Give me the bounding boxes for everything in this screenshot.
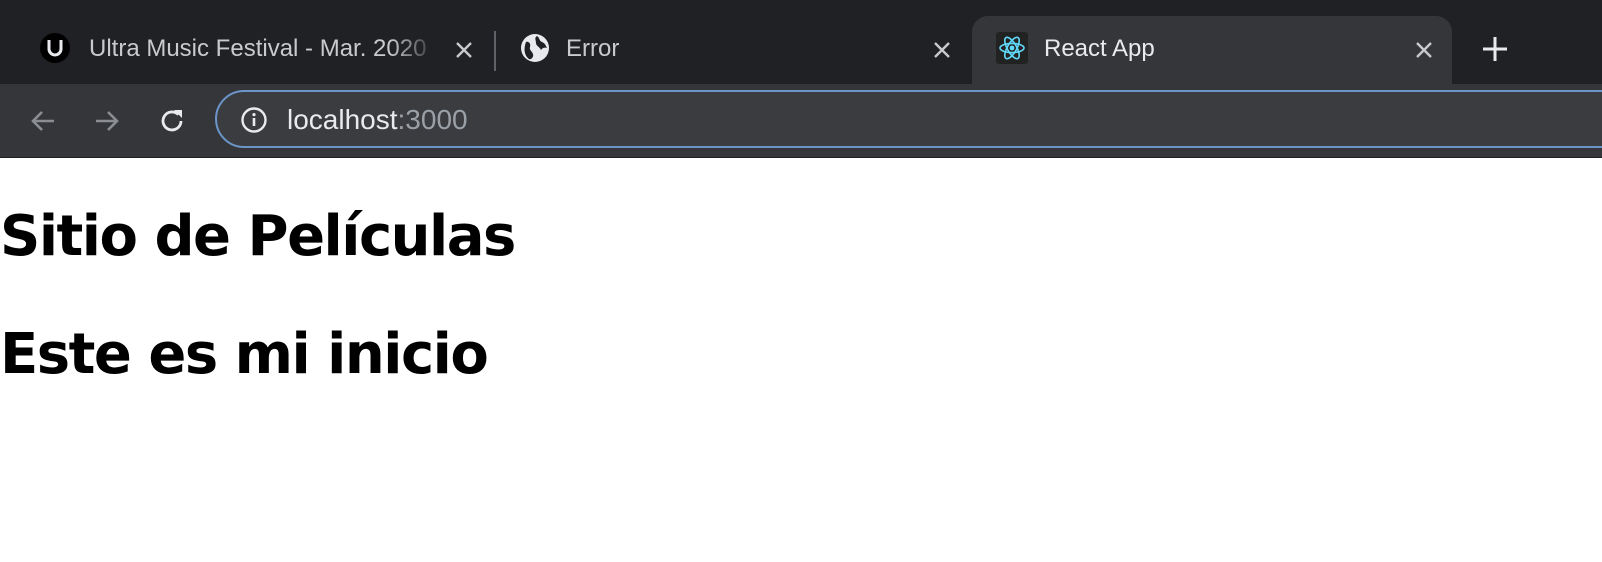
tab-title: Error xyxy=(566,35,620,62)
globe-icon xyxy=(519,32,551,64)
tab-title: React App xyxy=(1044,35,1155,62)
arrow-right-icon xyxy=(96,111,119,131)
browser-toolbar: localhost:3000 xyxy=(0,84,1602,158)
reload-button[interactable] xyxy=(153,102,191,140)
tab-title: Ultra Music Festival - Mar. 2020 xyxy=(89,35,427,62)
close-tab-icon[interactable] xyxy=(450,36,478,64)
info-icon[interactable] xyxy=(239,105,269,135)
url-port: :3000 xyxy=(397,104,468,135)
reload-icon xyxy=(161,110,183,132)
tab-strip: Ultra Music Festival - Mar. 2020 Error R… xyxy=(0,0,1602,84)
ultra-logo-icon xyxy=(39,32,71,64)
react-logo-icon xyxy=(996,32,1028,64)
back-button[interactable] xyxy=(24,102,62,140)
tab-ultra-music-festival[interactable]: Ultra Music Festival - Mar. 2020 xyxy=(0,16,488,84)
page-subtitle: Este es mi inicio xyxy=(0,322,489,387)
close-tab-icon[interactable] xyxy=(928,36,956,64)
url-text[interactable]: localhost:3000 xyxy=(287,104,468,136)
tab-error[interactable]: Error xyxy=(500,16,970,84)
close-tab-icon[interactable] xyxy=(1410,36,1438,64)
tab-react-app[interactable]: React App xyxy=(972,16,1452,84)
forward-button[interactable] xyxy=(88,102,126,140)
url-host: localhost xyxy=(287,104,398,135)
address-bar[interactable]: localhost:3000 xyxy=(215,90,1602,148)
page-title: Sitio de Películas xyxy=(0,204,516,269)
page-content: Sitio de Películas Este es mi inicio xyxy=(0,158,1602,562)
new-tab-button[interactable] xyxy=(1478,32,1512,66)
plus-icon xyxy=(1483,37,1507,61)
tab-divider xyxy=(494,31,496,71)
arrow-left-icon xyxy=(31,111,54,131)
